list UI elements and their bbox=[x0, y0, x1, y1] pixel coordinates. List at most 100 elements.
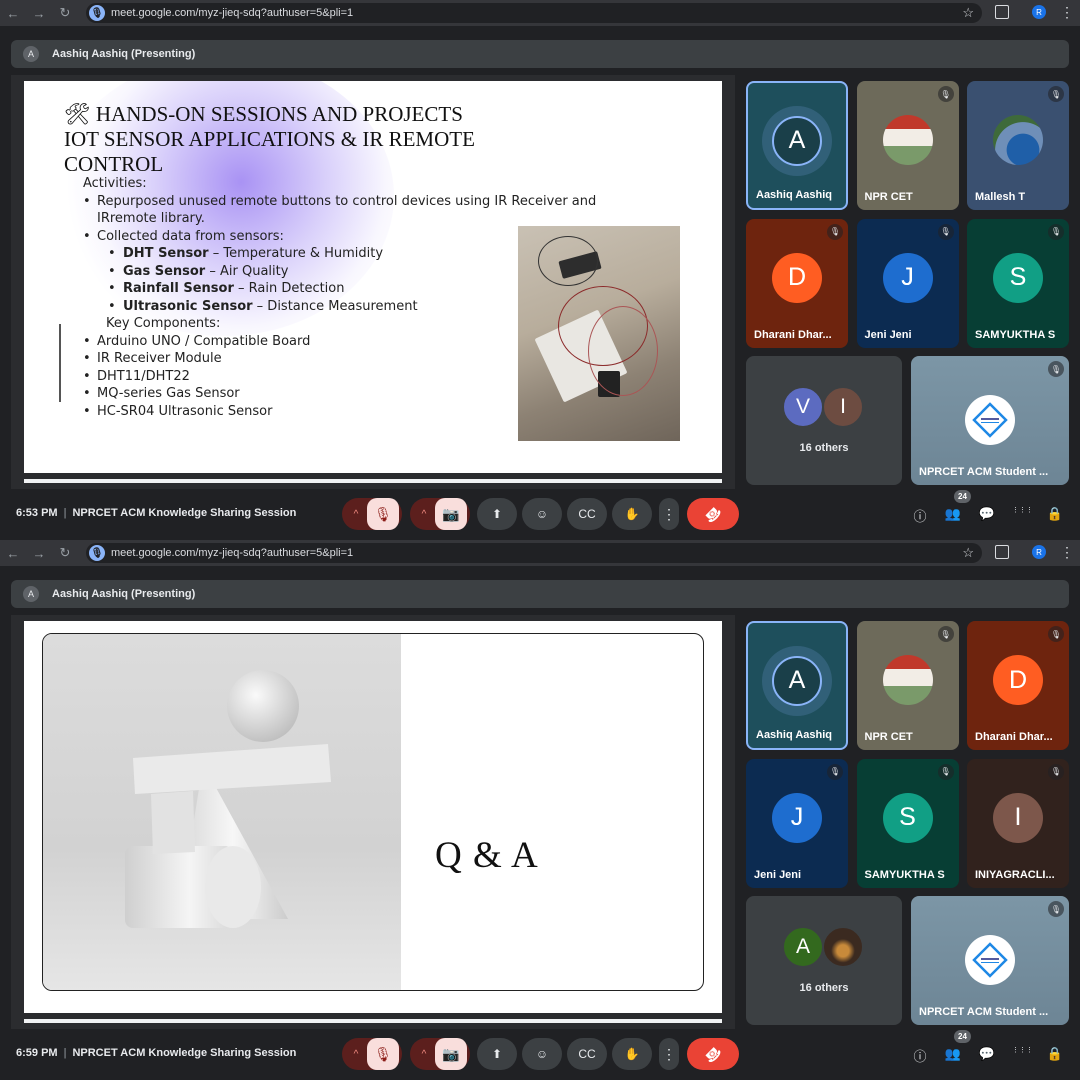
captions-button[interactable]: CC bbox=[567, 1038, 607, 1070]
profile-avatar[interactable]: R bbox=[1032, 545, 1046, 559]
activity-item: Repurposed unused remote buttons to cont… bbox=[80, 193, 600, 228]
captions-button[interactable]: CC bbox=[567, 498, 607, 530]
info-icon[interactable]: ⓘ bbox=[911, 1046, 929, 1065]
mic-off-icon: 🎙 bbox=[937, 86, 954, 102]
participant-photo bbox=[993, 115, 1043, 166]
chevron-up-icon[interactable]: ^ bbox=[345, 1049, 367, 1060]
others-tile[interactable]: A 16 others bbox=[746, 896, 902, 1025]
forward-arrow-icon[interactable]: → bbox=[26, 546, 52, 561]
activities-icon[interactable]: ⋮⋮⋮ bbox=[1012, 506, 1033, 514]
raise-hand-button[interactable]: ✋ bbox=[612, 498, 652, 530]
others-label: 16 others bbox=[799, 982, 849, 994]
reactions-button[interactable]: ☺ bbox=[522, 1038, 562, 1070]
slide-title: 🛠 HANDS-ON SESSIONS AND PROJECTS IOT SENS… bbox=[64, 102, 584, 177]
chat-icon[interactable]: 💬 bbox=[978, 1046, 996, 1062]
extensions-icon[interactable] bbox=[995, 545, 1009, 559]
more-options-button[interactable]: ⋮ bbox=[659, 1038, 679, 1070]
host-controls-icon[interactable]: 🔒 bbox=[1046, 506, 1064, 522]
browser-toolbar: ← → ↻ 🎙 meet.google.com/myz-jieq-sdq?authuse… bbox=[0, 0, 1080, 26]
participant-tile[interactable]: D Dharani Dhar... 🎙 bbox=[967, 621, 1069, 750]
chevron-up-icon[interactable]: ^ bbox=[413, 1049, 435, 1060]
info-icon[interactable]: ⓘ bbox=[911, 506, 929, 525]
microphone-toggle[interactable]: ^ 🎙 bbox=[342, 498, 402, 530]
geometric-sculpture-image bbox=[43, 634, 401, 990]
host-controls-icon[interactable]: 🔒 bbox=[1046, 1046, 1064, 1062]
activities-icon[interactable]: ⋮⋮⋮ bbox=[1012, 1046, 1033, 1054]
reload-icon[interactable]: ↻ bbox=[52, 545, 78, 561]
captions-icon: CC bbox=[578, 1047, 596, 1061]
participant-tile[interactable]: S SAMYUKTHA S 🎙 bbox=[856, 758, 959, 888]
activities-heading: Activities: bbox=[83, 176, 147, 191]
participant-name: Jeni Jeni bbox=[754, 868, 802, 881]
slide-title-line: IOT SENSOR APPLICATIONS & IR REMOTE bbox=[64, 127, 475, 151]
reload-icon[interactable]: ↻ bbox=[52, 5, 78, 21]
browser-menu-icon[interactable]: ⋮ bbox=[1060, 4, 1074, 21]
participant-count-badge: 24 bbox=[954, 490, 971, 503]
mic-off-icon[interactable]: 🎙 bbox=[367, 1038, 399, 1070]
qa-slide-frame: Q & A bbox=[42, 633, 704, 991]
chevron-up-icon[interactable]: ^ bbox=[345, 509, 367, 520]
participant-name: Dharani Dhar... bbox=[975, 731, 1053, 743]
raise-hand-button[interactable]: ✋ bbox=[612, 1038, 652, 1070]
acm-chapter-tile[interactable]: 🎙 NPRCET ACM Student ... bbox=[911, 356, 1069, 485]
chat-icon[interactable]: 💬 bbox=[978, 506, 996, 522]
participant-tile[interactable]: A Aashiq Aashiq bbox=[746, 621, 848, 750]
people-icon[interactable]: 👥 bbox=[944, 1046, 962, 1062]
participant-avatar: A bbox=[772, 655, 822, 706]
present-button[interactable]: ⬆ bbox=[477, 498, 517, 530]
presenter-label: Aashiq Aashiq (Presenting) bbox=[52, 48, 196, 60]
participant-tile[interactable]: S SAMYUKTHA S 🎙 bbox=[967, 218, 1069, 348]
leave-call-button[interactable]: ☎ bbox=[687, 498, 739, 530]
participant-avatar: J bbox=[772, 792, 822, 843]
present-button[interactable]: ⬆ bbox=[477, 1038, 517, 1070]
people-icon[interactable]: 👥 bbox=[944, 506, 962, 522]
participant-tile[interactable]: D Dharani Dhar... 🎙 bbox=[746, 218, 848, 348]
back-arrow-icon[interactable]: ← bbox=[0, 6, 26, 21]
camera-toggle[interactable]: ^ 📷 bbox=[410, 1038, 470, 1070]
participant-tile[interactable]: A Aashiq Aashiq bbox=[746, 81, 848, 210]
camera-off-icon[interactable]: 📷 bbox=[435, 1038, 467, 1070]
mic-off-icon[interactable]: 🎙 bbox=[367, 498, 399, 530]
participant-tile[interactable]: Mallesh T 🎙 bbox=[967, 81, 1069, 210]
more-options-button[interactable]: ⋮ bbox=[659, 498, 679, 530]
others-tile[interactable]: V I 16 others bbox=[746, 356, 902, 485]
reactions-button[interactable]: ☺ bbox=[522, 498, 562, 530]
browser-menu-icon[interactable]: ⋮ bbox=[1060, 544, 1074, 561]
browser-toolbar: ← → ↻ 🎙 meet.google.com/myz-jieq-sdq?authuse… bbox=[0, 540, 1080, 566]
address-bar[interactable]: 🎙 meet.google.com/myz-jieq-sdq?authuser=5… bbox=[86, 543, 982, 563]
more-vert-icon: ⋮ bbox=[662, 505, 676, 522]
presentation-slide: 🛠 HANDS-ON SESSIONS AND PROJECTS IOT SENS… bbox=[24, 81, 722, 473]
site-info-icon[interactable]: 🎙 bbox=[89, 545, 105, 561]
camera-off-icon[interactable]: 📷 bbox=[435, 498, 467, 530]
bookmark-star-icon[interactable]: ☆ bbox=[962, 5, 974, 21]
site-info-icon[interactable]: 🎙 bbox=[89, 5, 105, 21]
participant-tile[interactable]: J Jeni Jeni 🎙 bbox=[856, 218, 959, 348]
leave-call-button[interactable]: ☎ bbox=[687, 1038, 739, 1070]
participant-name: INIYAGRACLI... bbox=[975, 868, 1055, 881]
mic-off-icon: 🎙 bbox=[937, 626, 954, 642]
mic-off-icon: 🎙 bbox=[1048, 223, 1064, 240]
extensions-icon[interactable] bbox=[995, 5, 1009, 19]
participant-tile[interactable]: NPR CET 🎙 bbox=[856, 621, 959, 750]
presenter-avatar: A bbox=[23, 46, 39, 62]
sensor-name: DHT Sensor bbox=[123, 246, 209, 261]
presentation-stage: Q & A bbox=[11, 615, 735, 1029]
microphone-toggle[interactable]: ^ 🎙 bbox=[342, 1038, 402, 1070]
bookmark-star-icon[interactable]: ☆ bbox=[962, 545, 974, 561]
participant-tile[interactable]: I INIYAGRACLI... 🎙 bbox=[967, 758, 1069, 888]
wire-shape bbox=[538, 236, 598, 286]
participant-tile[interactable]: NPR CET 🎙 bbox=[856, 81, 959, 210]
profile-avatar[interactable]: R bbox=[1032, 5, 1046, 19]
meeting-separator: | bbox=[63, 1047, 67, 1059]
back-arrow-icon[interactable]: ← bbox=[0, 546, 26, 561]
chevron-up-icon[interactable]: ^ bbox=[413, 509, 435, 520]
acm-chapter-tile[interactable]: 🎙 NPRCET ACM Student ... bbox=[911, 896, 1069, 1025]
participant-photo bbox=[882, 115, 933, 166]
slide-side-rule bbox=[59, 324, 61, 402]
meeting-details: 6:53 PM | NPRCET ACM Knowledge Sharing Ses… bbox=[16, 507, 296, 519]
address-bar[interactable]: 🎙 meet.google.com/myz-jieq-sdq?authuser=5… bbox=[86, 3, 982, 23]
forward-arrow-icon[interactable]: → bbox=[26, 6, 52, 21]
camera-toggle[interactable]: ^ 📷 bbox=[410, 498, 470, 530]
participant-tile[interactable]: J Jeni Jeni 🎙 bbox=[746, 758, 848, 888]
meeting-time: 6:59 PM bbox=[16, 1047, 58, 1059]
